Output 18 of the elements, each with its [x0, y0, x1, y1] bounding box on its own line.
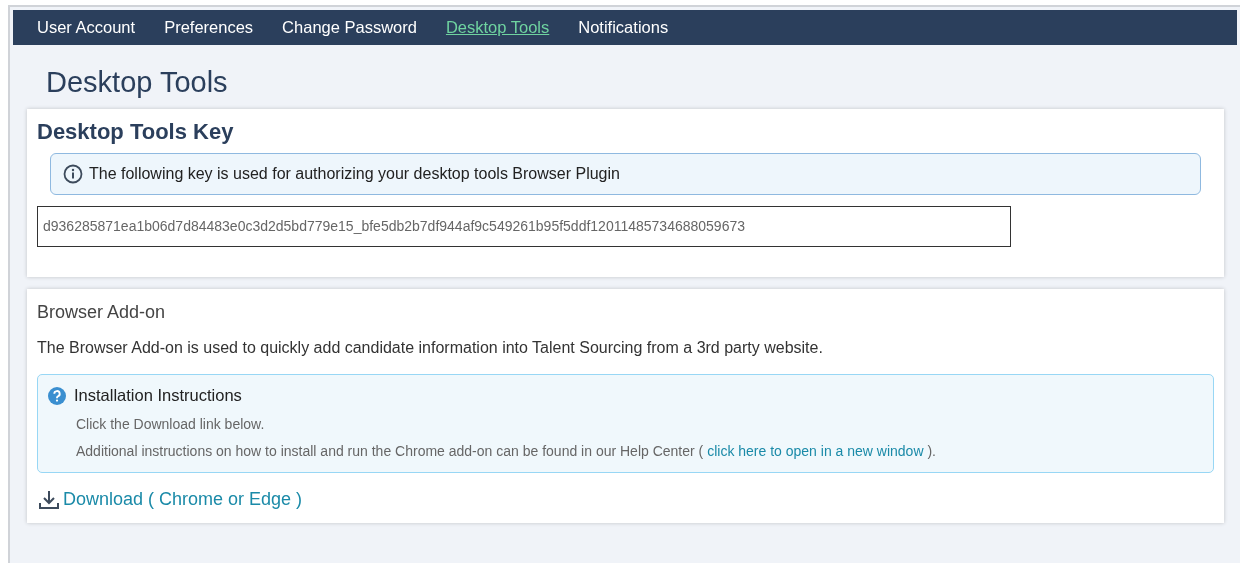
- card-title: Desktop Tools Key: [37, 119, 235, 146]
- instructions-title: Installation Instructions: [74, 385, 242, 407]
- help-center-link[interactable]: click here to open in a new window: [707, 443, 924, 460]
- description-text: The Browser Add-on is used to quickly add candidate information into Talent Sourcing from a 3rd party website.: [37, 338, 824, 359]
- help-text: Additional instructions on how to install and run the Chrome add-on can be found in our Help Center ( click here to open in a new window ).: [76, 442, 937, 462]
- nav-tab[interactable]: Preferences: [164, 15, 254, 40]
- section-title: Browser Add-on: [37, 301, 167, 325]
- info-text: The following key is used for authorizing your desktop tools Browser Plugin: [89, 164, 620, 185]
- key-field[interactable]: d936285871ea1b06d7d84483e0c3d2d5bd779e15_bfe5db2b7df944af9c549261b95f5ddf12011485734688059673: [37, 206, 1011, 248]
- info-icon: [63, 164, 83, 185]
- nav-tab[interactable]: User Account: [37, 15, 136, 40]
- instruction-text: Click the Download link below.: [76, 415, 266, 435]
- nav-tab[interactable]: Change Password: [282, 15, 417, 40]
- nav-tab[interactable]: Notifications: [578, 15, 669, 40]
- download-link[interactable]: Download ( Chrome or Edge ): [63, 486, 303, 514]
- help-icon: [48, 386, 66, 405]
- page-title: Desktop Tools: [46, 65, 229, 100]
- nav-tab[interactable]: Desktop Tools: [445, 15, 550, 40]
